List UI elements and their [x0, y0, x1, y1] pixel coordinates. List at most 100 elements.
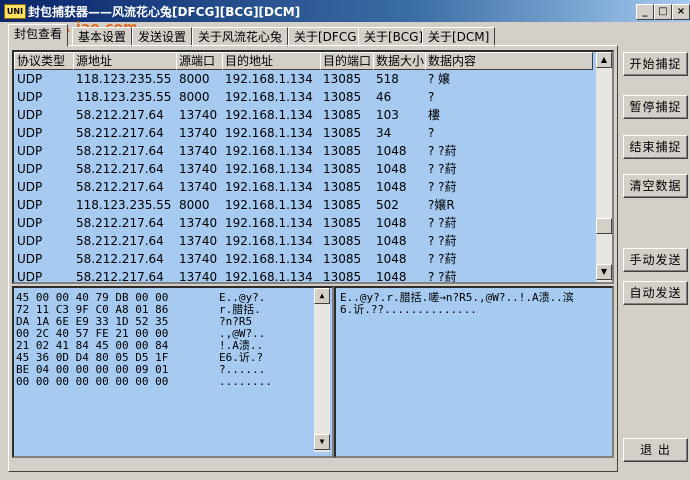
table-row[interactable]: UDP 58.212.217.64 13740 192.168.1.134 13085 1…	[14, 232, 594, 250]
table-cell: UDP	[17, 162, 43, 176]
table-row[interactable]: UDP 58.212.217.64 13740 192.168.1.134 13085 3…	[14, 124, 594, 142]
hex-bytes-line: 45 36 0D D4 80 05 D5 1F	[16, 351, 169, 364]
table-cell: 58.212.217.64	[76, 216, 164, 230]
pause-capture-button[interactable]: 暂停捕捉	[623, 95, 688, 119]
tab-send-settings[interactable]: 发送设置	[132, 27, 193, 47]
hex-bytes-line: 00 2C 40 57 FE 21 00 00	[16, 327, 169, 340]
table-cell: 8000	[179, 198, 210, 212]
table-cell: 13085	[323, 72, 362, 86]
scroll-up-arrow-icon[interactable]: ▲	[314, 288, 330, 304]
table-cell: 58.212.217.64	[76, 144, 164, 158]
tab-about-bcg[interactable]: 关于[BCG]	[358, 27, 430, 47]
table-cell: UDP	[17, 234, 43, 248]
table-cell: ? ?葤	[428, 180, 457, 194]
minimize-icon[interactable]: _	[636, 4, 654, 20]
table-cell: UDP	[17, 270, 43, 284]
column-header-data-content[interactable]: 数据内容	[425, 52, 593, 70]
table-row[interactable]: UDP 58.212.217.64 13740 192.168.1.134 13085 1…	[14, 106, 594, 124]
scroll-thumb[interactable]	[596, 218, 612, 234]
table-cell: UDP	[17, 90, 43, 104]
table-cell: 192.168.1.134	[225, 90, 313, 104]
scroll-up-arrow-icon[interactable]: ▲	[596, 52, 612, 68]
table-row[interactable]: UDP 118.123.235.55 8000 192.168.1.134 13085 4…	[14, 88, 594, 106]
table-row[interactable]: UDP 58.212.217.64 13740 192.168.1.134 13085 1…	[14, 142, 594, 160]
hex-ascii-line: ........	[219, 375, 272, 388]
table-cell: ? 嬢	[428, 72, 451, 86]
packet-table[interactable]: 协议类型 源地址 源端口 目的地址 目的端口 数据大小 数据内容 UDP 118.…	[12, 50, 614, 284]
clear-data-button[interactable]: 清空数据	[623, 174, 688, 198]
table-cell: ?嬢R	[428, 198, 455, 212]
scroll-down-arrow-icon[interactable]: ▼	[596, 264, 612, 280]
table-cell: 192.168.1.134	[225, 162, 313, 176]
table-cell: 13085	[323, 126, 362, 140]
table-cell: 192.168.1.134	[225, 234, 313, 248]
table-cell: 13740	[179, 180, 218, 194]
table-cell: ? ?葤	[428, 252, 457, 266]
column-header-source-address[interactable]: 源地址	[73, 52, 177, 70]
table-cell: 13085	[323, 90, 362, 104]
table-cell: 58.212.217.64	[76, 180, 164, 194]
column-header-dest-port[interactable]: 目的端口	[320, 52, 374, 70]
hex-ascii-line: ?n?R5	[219, 315, 253, 328]
table-cell: ? ?葤	[428, 216, 457, 230]
table-cell: 13085	[323, 108, 362, 122]
hex-ascii-line: .,@W?..	[219, 327, 266, 340]
column-header-source-port[interactable]: 源端口	[176, 52, 223, 70]
table-row[interactable]: UDP 58.212.217.64 13740 192.168.1.134 13085 1…	[14, 160, 594, 178]
table-cell: 13740	[179, 144, 218, 158]
table-cell: 13740	[179, 252, 218, 266]
column-header-protocol[interactable]: 协议类型	[14, 52, 74, 70]
table-row[interactable]: UDP 58.212.217.64 13740 192.168.1.134 13085 1…	[14, 214, 594, 232]
auto-send-button[interactable]: 自动发送	[623, 281, 688, 305]
text-view-pane[interactable]: E..@y?.r.腊括.嗟→n?R5.,@W?..!.A溃..滨 6.䜣.??.…	[334, 286, 614, 458]
hex-bytes-line: 45 00 00 40 79 DB 00 00	[16, 291, 169, 304]
table-row[interactable]: UDP 58.212.217.64 13740 192.168.1.134 13085 1…	[14, 250, 594, 268]
table-cell: 118.123.235.55	[76, 72, 172, 86]
table-cell: 34	[376, 126, 392, 140]
column-header-data-size[interactable]: 数据大小	[373, 52, 426, 70]
table-cell: 58.212.217.64	[76, 252, 164, 266]
app-icon: UNI	[4, 4, 26, 19]
start-capture-button[interactable]: 开始捕捉	[623, 52, 688, 76]
maximize-icon[interactable]: □	[654, 4, 672, 20]
table-cell: UDP	[17, 126, 43, 140]
table-cell: 502	[376, 198, 399, 212]
exit-button[interactable]: 退 出	[623, 438, 688, 462]
tab-about-author[interactable]: 关于风流花心兔	[192, 27, 289, 47]
table-cell: 1048	[376, 144, 407, 158]
manual-send-button[interactable]: 手动发送	[623, 248, 688, 272]
table-cell: UDP	[17, 72, 43, 86]
table-cell: ?	[428, 126, 435, 140]
close-icon[interactable]: ×	[672, 4, 690, 20]
tab-about-dcm[interactable]: 关于[DCM]	[422, 27, 496, 47]
tab-about-dfcg[interactable]: 关于[DFCG]	[288, 27, 368, 47]
table-cell: ? ?葤	[428, 162, 457, 176]
tab-packet-view[interactable]: 封包查看	[8, 24, 69, 47]
table-cell: 192.168.1.134	[225, 216, 313, 230]
table-cell: 13740	[179, 234, 218, 248]
table-cell: 58.212.217.64	[76, 108, 164, 122]
table-cell: 58.212.217.64	[76, 126, 164, 140]
table-cell: 樓	[428, 108, 441, 122]
hex-bytes-line: BE 04 00 00 00 00 09 01	[16, 363, 169, 376]
stop-capture-button[interactable]: 结束捕捉	[623, 135, 688, 159]
scroll-down-arrow-icon[interactable]: ▼	[314, 434, 330, 450]
table-cell: 192.168.1.134	[225, 144, 313, 158]
hex-scrollbar[interactable]: ▲ ▼	[314, 288, 330, 452]
table-cell: 13085	[323, 162, 362, 176]
table-row[interactable]: UDP 58.212.217.64 13740 192.168.1.134 13085 1…	[14, 178, 594, 196]
table-row[interactable]: UDP 118.123.235.55 8000 192.168.1.134 13085 5…	[14, 70, 594, 88]
table-row[interactable]: UDP 58.212.217.64 13740 192.168.1.134 13085 1…	[14, 268, 594, 284]
table-cell: 13740	[179, 126, 218, 140]
title-bar: UNI 封包捕获器——风流花心兔[DFCG][BCG][DCM] _ □ ×	[0, 0, 690, 22]
hex-dump-pane[interactable]: 45 00 00 40 79 DB 00 00 E..@y?. 72 11 C3 9…	[12, 286, 334, 458]
table-cell: 192.168.1.134	[225, 252, 313, 266]
tab-basic-settings[interactable]: 基本设置	[72, 27, 133, 47]
table-cell: UDP	[17, 108, 43, 122]
table-scrollbar[interactable]: ▲ ▼	[596, 52, 612, 282]
table-cell: 13085	[323, 270, 362, 284]
hex-ascii-line: E6.䜣.?	[219, 351, 264, 364]
table-row[interactable]: UDP 118.123.235.55 8000 192.168.1.134 13085 5…	[14, 196, 594, 214]
table-cell: UDP	[17, 216, 43, 230]
column-header-dest-address[interactable]: 目的地址	[222, 52, 321, 70]
